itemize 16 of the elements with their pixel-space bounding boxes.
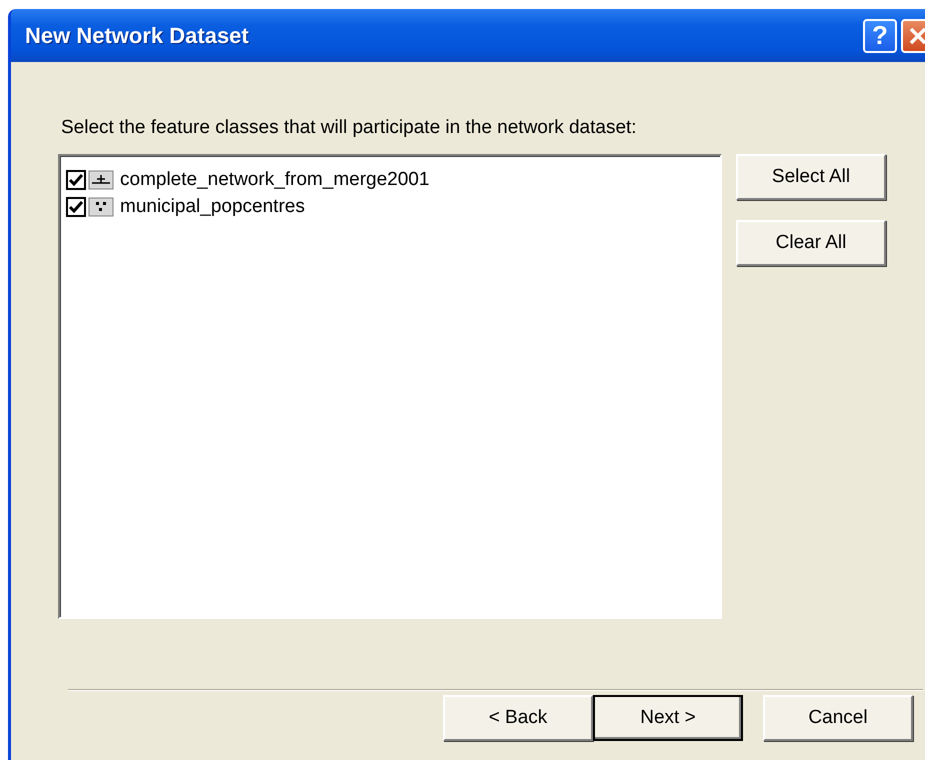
close-button[interactable] <box>901 18 925 52</box>
feature-class-name[interactable]: complete_network_from_merge2001 <box>120 168 430 190</box>
next-button[interactable]: Next > <box>593 695 743 741</box>
select-all-button[interactable]: Select All <box>736 154 886 200</box>
checkbox[interactable] <box>66 170 86 190</box>
instruction-text: Select the feature classes that will participate in the network dataset: <box>61 117 638 139</box>
feature-class-name[interactable]: municipal_popcentres <box>120 196 305 218</box>
clear-all-button[interactable]: Clear All <box>736 220 886 266</box>
help-button[interactable]: ? <box>863 18 897 52</box>
window-title: New Network Dataset <box>25 22 250 48</box>
close-icon <box>908 26 925 46</box>
cancel-button[interactable]: Cancel <box>763 695 913 741</box>
back-button[interactable]: < Back <box>443 695 593 741</box>
checkbox[interactable] <box>66 196 86 216</box>
line-feature-icon <box>88 170 114 190</box>
point-feature-icon <box>88 196 114 216</box>
